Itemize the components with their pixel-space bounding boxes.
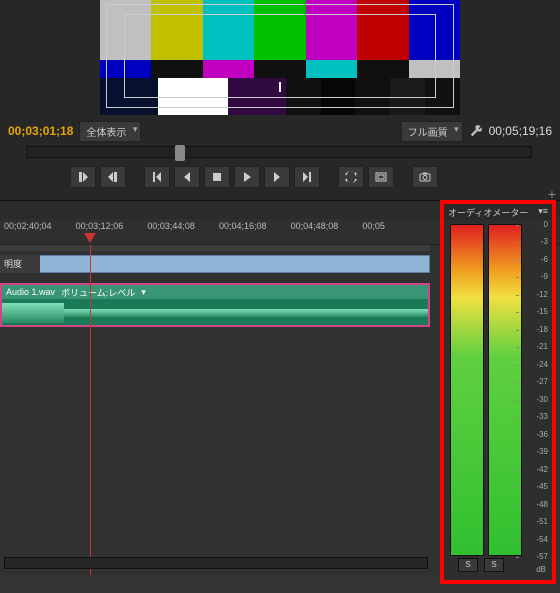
- panel-menu-icon[interactable]: ▾≡: [538, 206, 548, 218]
- audio-clip-filename: Audio 1.wav: [6, 287, 55, 297]
- meter-tick: -21: [520, 342, 548, 351]
- step-back-button[interactable]: [174, 166, 200, 188]
- zoom-dropdown[interactable]: 全体表示: [79, 121, 141, 142]
- ruler-timecode: 00;03;44;08: [147, 221, 195, 231]
- ruler-timecode: 00;04;16;08: [219, 221, 267, 231]
- meter-tick: -51: [520, 517, 548, 526]
- wrench-icon[interactable]: [469, 124, 483, 138]
- ruler-timecode: 00;04;48;08: [291, 221, 339, 231]
- audio-meter-body: 0 -3 -6 -9 -12 -15 -18 -21 -24 -27 -30 -33 -36 -39 -42…: [444, 220, 552, 560]
- timecode-out: 00;05;19;16: [489, 124, 552, 138]
- mark-in-button[interactable]: [70, 166, 96, 188]
- safe-margin-button[interactable]: [368, 166, 394, 188]
- meter-tick: -9: [520, 272, 548, 281]
- meter-tick: -30: [520, 395, 548, 404]
- loop-button[interactable]: [338, 166, 364, 188]
- meter-channel-right: [488, 224, 522, 556]
- meter-tick: -39: [520, 447, 548, 456]
- meter-channel-left: [450, 224, 484, 556]
- meter-tick: -36: [520, 430, 548, 439]
- meter-tick: -45: [520, 482, 548, 491]
- meter-tick: -24: [520, 360, 548, 369]
- meter-tick: -54: [520, 535, 548, 544]
- program-monitor: 00;03;01;18 全体表示 フル画質 00;05;19;16: [0, 0, 560, 200]
- meter-tick: -15: [520, 307, 548, 316]
- chevron-down-icon[interactable]: ▾: [141, 287, 146, 298]
- meter-tick: -6: [520, 255, 548, 264]
- meter-tick: -48: [520, 500, 548, 509]
- meter-tick: -12: [520, 290, 548, 299]
- export-frame-button[interactable]: [412, 166, 438, 188]
- video-clip[interactable]: [0, 255, 430, 273]
- audio-clip-param: ボリューム:レベル: [61, 286, 135, 299]
- ruler-timecode: 00;05: [362, 221, 385, 231]
- app-root: 00;03;01;18 全体表示 フル画質 00;05;19;16: [0, 0, 560, 593]
- meter-tick: 0: [520, 220, 548, 229]
- mini-timeline-handle[interactable]: [175, 145, 185, 161]
- ruler-timecode: 00;03;12;06: [76, 221, 124, 231]
- meter-tick: -42: [520, 465, 548, 474]
- audio-meter-title: オーディオメーター: [448, 206, 528, 218]
- go-to-in-button[interactable]: [144, 166, 170, 188]
- audio-waveform: [2, 299, 428, 327]
- monitor-playhead-tick: [279, 82, 281, 92]
- audio-clip[interactable]: Audio 1.wav ボリューム:レベル ▾: [0, 283, 430, 327]
- timecode-in[interactable]: 00;03;01;18: [8, 124, 73, 138]
- monitor-mini-timeline[interactable]: [26, 146, 532, 158]
- quality-dropdown[interactable]: フル画質: [401, 121, 463, 142]
- step-forward-button[interactable]: [264, 166, 290, 188]
- solo-right-button[interactable]: S: [484, 558, 504, 572]
- playhead-caret-icon[interactable]: [84, 233, 96, 245]
- stop-button[interactable]: [204, 166, 230, 188]
- work-area-bar[interactable]: [0, 245, 430, 251]
- go-to-out-button[interactable]: [294, 166, 320, 188]
- ruler-timecode: 00;02;40;04: [4, 221, 52, 231]
- meter-tick: -33: [520, 412, 548, 421]
- playhead-line[interactable]: [90, 245, 91, 575]
- play-button[interactable]: [234, 166, 260, 188]
- video-track-label[interactable]: 明度: [0, 255, 40, 273]
- audio-meter-panel: オーディオメーター ▾≡ 0 -3 -6 -9 -12 -15 -18 -21 -24 -27 -3…: [440, 200, 556, 584]
- meter-tick: -3: [520, 237, 548, 246]
- meter-unit-label: dB: [536, 565, 546, 574]
- timeline-h-scrollbar[interactable]: [4, 557, 428, 569]
- solo-left-button[interactable]: S: [458, 558, 478, 572]
- monitor-canvas[interactable]: [100, 0, 460, 115]
- transport-bar: [70, 166, 438, 188]
- meter-tick: -18: [520, 325, 548, 334]
- meter-scale: 0-3-6-9-12-15-18-21-24-27-30-33-36-39-42…: [520, 224, 548, 556]
- meter-tick: -27: [520, 377, 548, 386]
- mark-out-button[interactable]: [100, 166, 126, 188]
- monitor-info-bar: 00;03;01;18 全体表示 フル画質 00;05;19;16: [8, 120, 552, 142]
